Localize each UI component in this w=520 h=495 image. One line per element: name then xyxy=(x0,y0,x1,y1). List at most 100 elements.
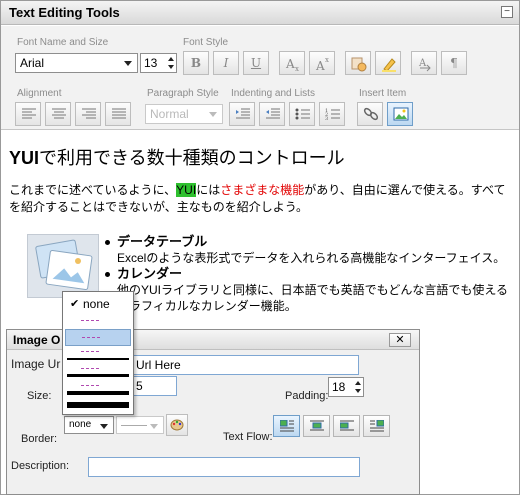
para-red-text: さまざまな機能 xyxy=(220,183,305,197)
border-color-button[interactable] xyxy=(166,414,188,436)
editor-toolbar: Font Name and Size Font Style Arial 13 B… xyxy=(1,26,519,130)
feature-list: データテーブル Excelのような表形式でデータを入れられる高機能なインターフェ… xyxy=(105,234,515,314)
insert-image-button[interactable] xyxy=(387,102,413,126)
ordered-list-button[interactable]: 123 xyxy=(319,102,345,126)
list-item: データテーブル Excelのような表形式でデータを入れられる高機能なインターフェ… xyxy=(105,234,515,266)
border-style-dropdown: ✔ none xyxy=(62,291,134,415)
font-name-select[interactable]: Arial xyxy=(15,53,138,73)
group-label-insert-item: Insert Item xyxy=(359,88,407,99)
description-input[interactable] xyxy=(88,457,360,477)
color-palette-icon xyxy=(170,419,184,431)
dialog-title: Image O xyxy=(13,333,61,347)
spin-up-icon[interactable] xyxy=(355,381,361,385)
spin-down-icon[interactable] xyxy=(168,65,174,69)
dashed-line-icon xyxy=(81,320,99,321)
size-label: Size: xyxy=(27,390,52,402)
dropdown-option-dashed[interactable] xyxy=(65,365,131,382)
editor-title: Text Editing Tools xyxy=(9,5,120,20)
border-style-select[interactable]: none xyxy=(64,416,114,434)
dropdown-option-dashed-thin[interactable] xyxy=(65,312,131,329)
text-flow-block-button[interactable] xyxy=(333,415,360,437)
dropdown-option-solid-thin[interactable] xyxy=(65,329,131,346)
font-size-spinner[interactable]: 13 xyxy=(140,53,177,73)
italic-button[interactable]: I xyxy=(213,51,239,75)
spin-down-icon[interactable] xyxy=(355,389,361,393)
minimize-icon[interactable]: − xyxy=(501,6,513,18)
align-center-icon xyxy=(52,108,66,119)
image-url-input[interactable]: Url Here xyxy=(131,355,359,375)
chevron-down-icon xyxy=(209,112,217,117)
group-label-indenting-lists: Indenting and Lists xyxy=(231,88,315,99)
chevron-down-icon xyxy=(124,61,132,66)
outdent-button[interactable] xyxy=(259,102,285,126)
font-name-value: Arial xyxy=(20,56,45,70)
dropdown-option-solid-thick[interactable] xyxy=(65,399,131,416)
option-none-label: none xyxy=(83,297,110,311)
align-left-button[interactable] xyxy=(15,102,41,126)
bullet-icon xyxy=(105,240,110,245)
underline-button[interactable]: U xyxy=(243,51,269,75)
padding-spinner[interactable]: 18 xyxy=(328,377,364,397)
remove-formatting-button[interactable]: A xyxy=(411,51,437,75)
image-icon xyxy=(393,107,409,121)
insert-link-button[interactable] xyxy=(357,102,383,126)
heading-text: で利用できる数十種類のコントロール xyxy=(39,148,345,168)
dashed-line-icon xyxy=(81,368,99,369)
align-justify-button[interactable] xyxy=(105,102,131,126)
highlight-color-button[interactable] xyxy=(375,51,401,75)
indent-icon xyxy=(236,108,250,119)
padding-label: Padding: xyxy=(285,390,329,402)
bullet-list-icon xyxy=(295,108,310,120)
align-center-button[interactable] xyxy=(45,102,71,126)
subscript-button[interactable]: Ax xyxy=(279,51,305,75)
dropdown-option-none[interactable]: ✔ none xyxy=(65,294,131,311)
text-color-button[interactable] xyxy=(345,51,371,75)
check-icon: ✔ xyxy=(70,298,80,310)
inline-image[interactable] xyxy=(27,234,99,298)
list-item-desc: Excelのような表形式でデータを入れられる高機能なインターフェイス。 xyxy=(117,251,506,265)
svg-text:3: 3 xyxy=(325,116,328,121)
padding-value: 18 xyxy=(332,380,346,394)
group-label-font-style: Font Style xyxy=(183,37,229,48)
spin-up-icon[interactable] xyxy=(168,57,174,61)
intro-paragraph: これまでに述べているように、YUIにはさまざまな機能があり、自由に選んで使える。… xyxy=(9,182,509,216)
align-right-button[interactable] xyxy=(75,102,101,126)
border-style-value: none xyxy=(69,419,92,430)
paragraph-style-select[interactable]: Normal xyxy=(145,104,223,124)
text-flow-left-button[interactable] xyxy=(273,415,300,437)
bullet-icon xyxy=(105,272,110,277)
size-input[interactable]: 5 xyxy=(131,376,177,396)
dropdown-option-dashed-thick[interactable] xyxy=(65,382,131,399)
dashed-line-icon xyxy=(82,337,100,338)
editor-titlebar: Text Editing Tools − xyxy=(1,1,519,25)
border-label: Border: xyxy=(21,433,58,445)
dashed-line-icon xyxy=(81,351,99,352)
svg-text:x: x xyxy=(295,65,299,72)
description-label: Description: xyxy=(11,460,70,472)
unordered-list-button[interactable] xyxy=(289,102,315,126)
superscript-icon: Ax xyxy=(315,56,329,72)
show-paragraphs-button[interactable]: ¶ xyxy=(441,51,467,75)
chevron-down-icon xyxy=(150,424,158,429)
flow-left-icon xyxy=(280,420,294,432)
text-flow-center-button[interactable] xyxy=(303,415,330,437)
link-icon xyxy=(363,107,379,121)
dropdown-option-solid[interactable] xyxy=(65,348,131,365)
numbered-list-icon: 123 xyxy=(325,108,340,121)
remove-formatting-icon: A xyxy=(418,58,431,72)
chevron-down-icon xyxy=(100,424,108,429)
flow-block-icon xyxy=(340,420,354,431)
solid-line-icon xyxy=(67,391,129,395)
indent-button[interactable] xyxy=(229,102,255,126)
close-icon[interactable]: ✕ xyxy=(389,333,411,347)
solid-line-icon xyxy=(67,374,129,377)
text-flow-right-button[interactable] xyxy=(363,415,390,437)
group-label-alignment: Alignment xyxy=(17,88,62,99)
text-color-icon xyxy=(351,57,367,72)
solid-line-icon xyxy=(67,402,129,408)
flow-center-icon xyxy=(310,420,324,431)
bold-button[interactable]: B xyxy=(183,51,209,75)
superscript-button[interactable]: Ax xyxy=(309,51,335,75)
align-right-icon xyxy=(82,108,96,119)
border-width-select[interactable] xyxy=(116,416,164,434)
